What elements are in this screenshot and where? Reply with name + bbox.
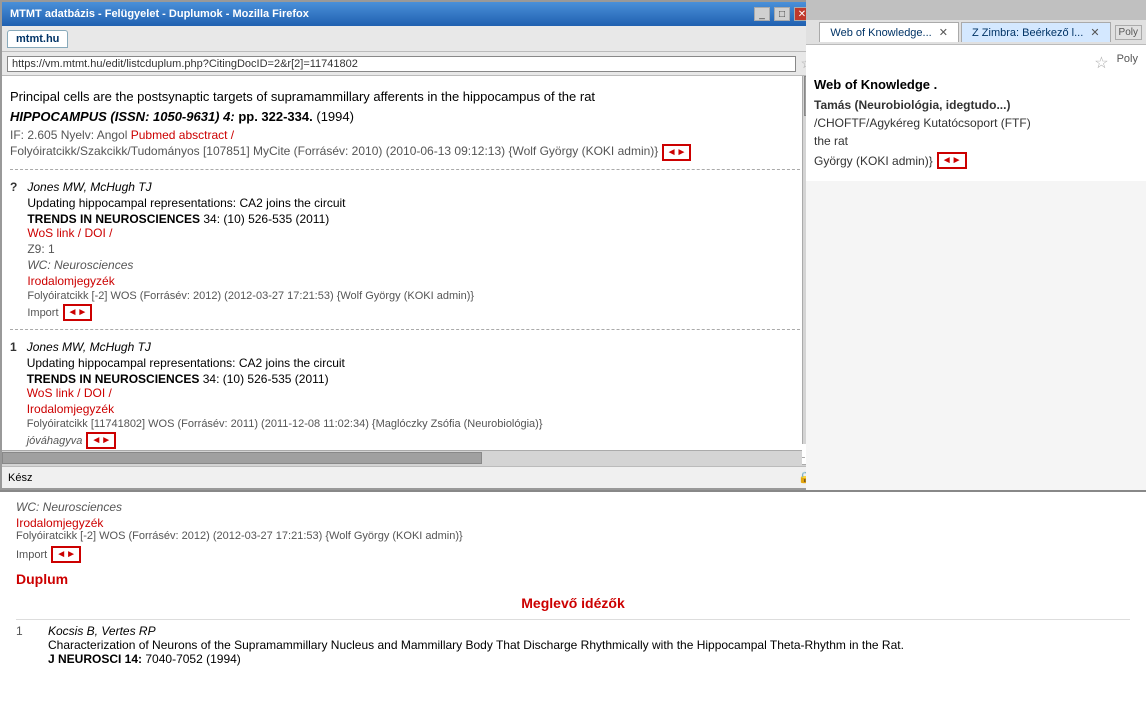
tab-zimbra-close[interactable]: ✕ [1090,27,1099,39]
entry1-header: ? Jones MW, McHugh TJ Updating hippocamp… [10,180,810,323]
cit1-journal-line: J NEUROSCI 14: 7040-7052 (1994) [48,652,1130,666]
pubmed-link[interactable]: Pubmed absctract / [131,128,234,142]
content-area: Principal cells are the postsynaptic tar… [2,76,818,464]
maximize-button[interactable]: □ [774,7,790,21]
entry2-links: WoS link / DOI / [27,386,543,400]
cit1-content: Kocsis B, Vertes RP Characterization of … [48,624,1130,666]
scrollbar-horizontal[interactable] [2,450,802,466]
tab-wok-close[interactable]: ✕ [939,27,948,39]
entry1-import-container: Import ◄► [27,304,474,321]
entry1-import-label: Import [27,307,58,319]
entry1-z9: Z9: 1 [27,242,474,256]
tab-zimbra[interactable]: Z Zimbra: Beérkező l... ✕ [961,22,1111,42]
entry2-import-container: jóváhagyva ◄► [27,432,543,449]
browser-window: MTMT adatbázis - Felügyelet - Duplumok -… [0,0,820,490]
article-title: Principal cells are the postsynaptic tar… [10,88,810,106]
entry1-arrow-icon[interactable]: ◄► [63,304,93,321]
bottom-wc: WC: Neurosciences [16,500,1130,514]
bottom-panel: WC: Neurosciences Irodalomjegyzék Folyói… [0,490,1146,704]
cit1-title: Characterization of Neurons of the Supra… [48,638,1130,652]
entry1-folyoiratcikk: Folyóiratcikk [-2] WOS (Forrásév: 2012) … [27,290,474,302]
cit1-journal: J NEUROSCI 14: [48,652,142,666]
wok-dept: /CHOFTF/Agykéreg Kutatócsoport (FTF) [814,116,1138,130]
entry2-author: Jones MW, McHugh TJ [27,340,543,354]
entry2-title: Updating hippocampal representations: CA… [27,356,543,370]
entry-arrow-icon-main[interactable]: ◄► [662,144,692,161]
entry1-wos-link[interactable]: WoS link / [27,226,81,240]
bottom-irodalom-link[interactable]: Irodalomjegyzék [16,516,103,530]
minimize-button[interactable]: _ [754,7,770,21]
dup-label: Duplum [16,571,1130,587]
wok-arrow-icon[interactable]: ◄► [937,152,967,169]
right-tabs-container: Web of Knowledge... ✕ Z Zimbra: Beérkező… [819,22,1110,42]
ready-text: Kész [8,472,32,484]
wok-star-row: ☆ Poly [814,53,1138,73]
wok-rat-text: the rat [814,134,1138,148]
bottom-content: WC: Neurosciences Irodalomjegyzék Folyói… [0,492,1146,674]
entry1-links: WoS link / DOI / [27,226,474,240]
address-input[interactable] [7,56,796,72]
right-top-spacer [806,0,1146,20]
article-journal-line: HIPPOCAMPUS (ISSN: 1050-9631) 4: pp. 322… [10,108,810,126]
cit1-pages: 7040-7052 (1994) [145,652,240,666]
cit1-author: Kocsis B, Vertes RP [48,624,1130,638]
wok-title: Web of Knowledge . [814,77,1138,92]
entry2-doi-link[interactable]: DOI / [84,386,112,400]
entry1-irodalom-link[interactable]: Irodalomjegyzék [27,274,474,288]
entry-block-2: 1 Jones MW, McHugh TJ Updating hippocamp… [10,334,810,458]
entry2-journal-line: TRENDS IN NEUROSCIENCES 34: (10) 526-535… [27,372,543,386]
wok-poly-label: Poly [1117,53,1138,73]
tab-wok[interactable]: Web of Knowledge... ✕ [819,22,959,42]
browser-title: MTMT adatbázis - Felügyelet - Duplumok -… [10,8,309,20]
poly-badge[interactable]: Poly [1115,25,1142,40]
tab-mtmt[interactable]: mtmt.hu [7,30,68,48]
wok-star-icon: ☆ [1094,53,1108,73]
bottom-import-row: Import ◄► [16,546,1130,563]
citation-block-1: 1 Kocsis B, Vertes RP Characterization o… [16,624,1130,666]
entry1-marker: ? [10,180,17,323]
bottom-arrow-icon[interactable]: ◄► [51,546,81,563]
right-tab-bar: Web of Knowledge... ✕ Z Zimbra: Beérkező… [806,20,1146,45]
entry1-title: Updating hippocampal representations: CA… [27,196,474,210]
bottom-import-label: Import [16,549,47,561]
wok-content: ☆ Poly Web of Knowledge . Tamás (Neurobi… [806,45,1146,181]
entry-block-1: ? Jones MW, McHugh TJ Updating hippocamp… [10,174,810,330]
entry1-doi-link[interactable]: DOI / [84,226,112,240]
main-article-block: Principal cells are the postsynaptic tar… [10,82,810,170]
tab-bar: mtmt.hu [2,26,818,52]
wok-person-name: Tamás (Neurobiológia, idegtudo...) [814,98,1138,112]
entry1-content: Jones MW, McHugh TJ Updating hippocampal… [27,180,474,323]
meglevo-title: Meglevő idézők [16,595,1130,611]
if-line: IF: 2.605 Nyelv: Angol Pubmed absctract … [10,128,810,142]
category-line: Folyóiratcikk/Szakcikk/Tudományos [10785… [10,144,810,161]
entry2-journal: TRENDS IN NEUROSCIENCES [27,372,200,386]
entry2-irodalom-link[interactable]: Irodalomjegyzék [27,402,543,416]
entry1-journal: TRENDS IN NEUROSCIENCES [27,212,200,226]
entry2-folyoiratcikk: Folyóiratcikk [11741802] WOS (Forrásév: … [27,418,543,430]
entry2-header: 1 Jones MW, McHugh TJ Updating hippocamp… [10,340,810,451]
divider [16,619,1130,620]
journal-name: HIPPOCAMPUS (ISSN: 1050-9631) 4: [10,109,235,124]
entry1-author: Jones MW, McHugh TJ [27,180,474,194]
entry2-wos-link[interactable]: WoS link / [27,386,81,400]
bottom-folyoiratcikk: Folyóiratcikk [-2] WOS (Forrásév: 2012) … [16,530,1130,542]
ready-bar: Kész 🔒 [2,466,818,488]
entry2-jovahagyva: jóváhagyva [27,435,83,447]
entry1-journal-line: TRENDS IN NEUROSCIENCES 34: (10) 526-535… [27,212,474,226]
title-bar: MTMT adatbázis - Felügyelet - Duplumok -… [2,2,818,26]
cit1-num: 1 [16,624,36,666]
scroll-thumb-h[interactable] [2,452,482,464]
scroll-track-h [2,451,802,466]
address-bar: ☆ [2,52,818,76]
entry2-arrow-icon[interactable]: ◄► [86,432,116,449]
entry2-content: Jones MW, McHugh TJ Updating hippocampal… [27,340,543,451]
wok-wolf-row: György (KOKI admin)} ◄► [814,152,1138,169]
window-controls: _ □ ✕ [754,7,810,21]
entry1-wc: WC: Neurosciences [27,258,474,272]
entry2-marker: 1 [10,340,17,451]
